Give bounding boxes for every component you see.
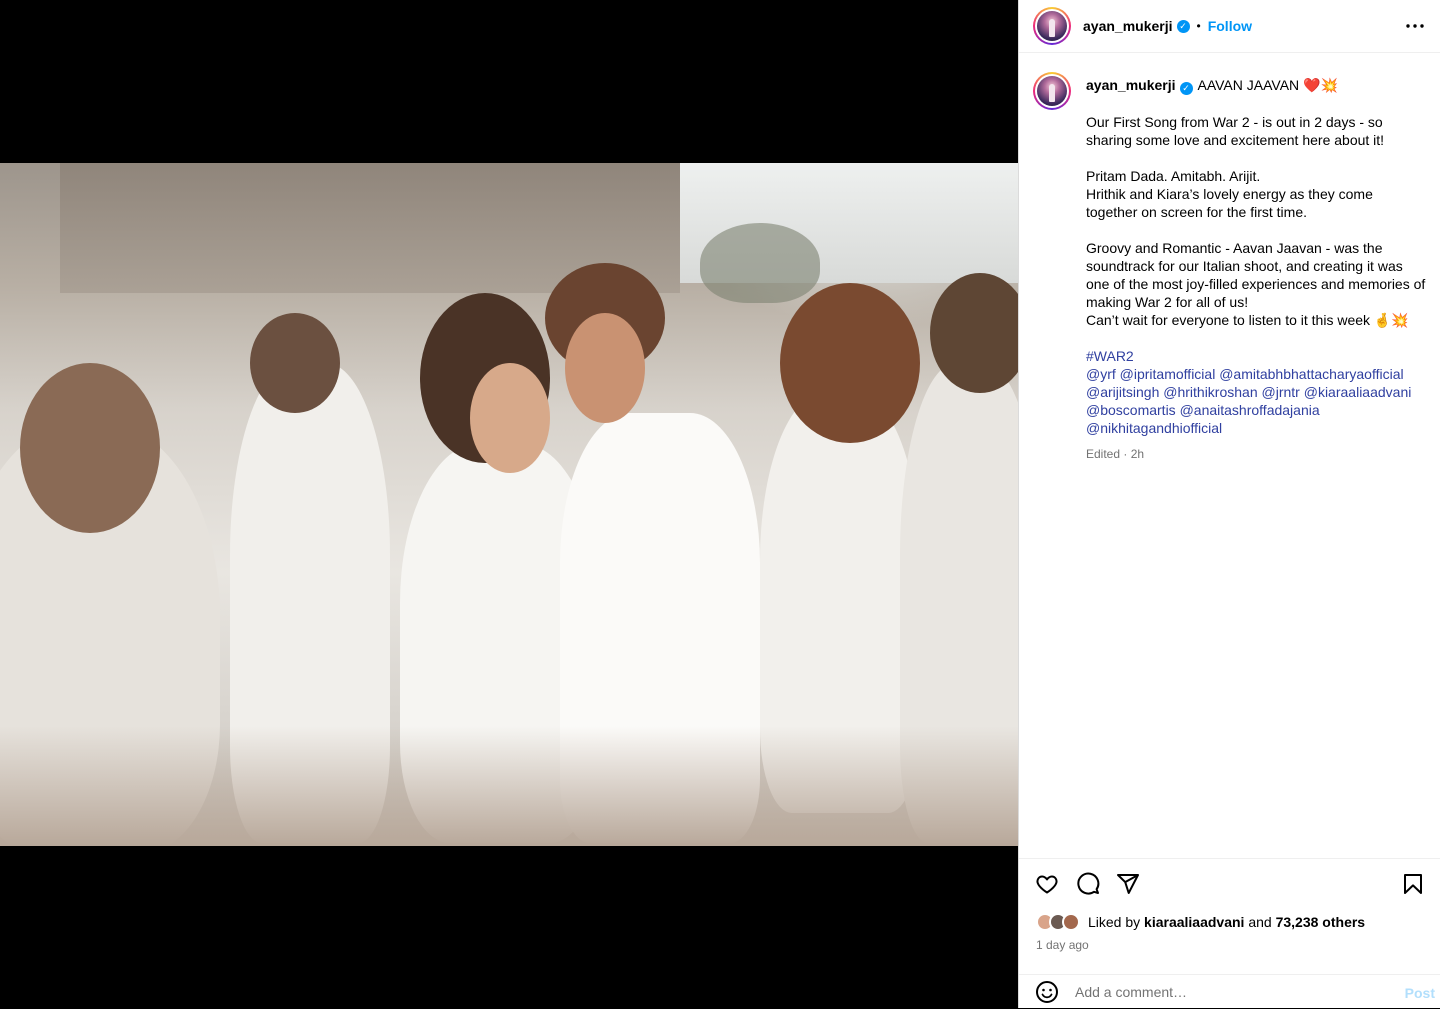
photo-tree	[700, 223, 820, 303]
mention-link[interactable]: @anaitashroffadajania	[1180, 402, 1320, 418]
caption-body: ayan_mukerji ✓ AAVAN JAAVAN ❤️💥 Our First …	[1086, 72, 1427, 463]
mention-link[interactable]: @ipritamofficial	[1120, 366, 1216, 382]
post-dialog: ayan_mukerji ✓ • Follow ayan_mukerji ✓ AAV…	[0, 0, 1440, 1008]
post-actions: Liked by kiaraaliaadvani and 73,238 othe…	[1019, 858, 1440, 1008]
caption-title-emoji: ❤️💥	[1303, 77, 1338, 93]
like-button[interactable]	[1034, 873, 1060, 899]
smile-icon[interactable]	[1035, 980, 1059, 1004]
post-media	[0, 0, 1018, 1008]
photo-figure	[20, 363, 160, 533]
caption-title-text: AAVAN JAAVAN	[1197, 77, 1300, 93]
author-avatar[interactable]	[1033, 7, 1071, 45]
caption-paragraph: Pritam Dada. Amitabh. Arijit. Hrithik an…	[1086, 167, 1373, 220]
separator-dot: •	[1196, 19, 1201, 33]
post-comment-button[interactable]: Post	[1405, 985, 1435, 1001]
save-button[interactable]	[1400, 873, 1426, 899]
mention-link[interactable]: @boscomartis	[1086, 402, 1176, 418]
mention-link[interactable]: @yrf	[1086, 366, 1116, 382]
photo-floor	[0, 726, 1018, 846]
caption-author-avatar-image	[1037, 76, 1067, 106]
edited-timestamp: Edited · 2h	[1086, 446, 1145, 461]
mention-link[interactable]: @amitabhbhattacharyaofficial	[1219, 366, 1403, 382]
author-avatar-image	[1037, 11, 1067, 41]
photo-figure	[470, 363, 550, 473]
follow-button[interactable]: Follow	[1208, 18, 1252, 34]
heart-icon	[1035, 872, 1059, 901]
mention-link[interactable]: @hrithikroshan	[1163, 384, 1257, 400]
share-icon	[1116, 872, 1140, 901]
mention-link[interactable]: @jrntr	[1262, 384, 1300, 400]
caption-username[interactable]: ayan_mukerji	[1086, 77, 1176, 93]
mention-link[interactable]: @kiaraaliaadvani	[1304, 384, 1412, 400]
liker-username-link[interactable]: kiaraaliaadvani	[1144, 914, 1244, 930]
comment-input[interactable]	[1075, 984, 1375, 1000]
hashtag-link[interactable]: #WAR2	[1086, 348, 1134, 364]
photo-figure	[565, 313, 645, 423]
post-sidebar: ayan_mukerji ✓ • Follow ayan_mukerji ✓ AAV…	[1018, 0, 1440, 1008]
mention-link[interactable]: @nikhitagandhiofficial	[1086, 420, 1222, 436]
more-options-icon[interactable]	[1403, 14, 1427, 38]
caption-author-avatar[interactable]	[1033, 72, 1071, 110]
post-photo[interactable]	[0, 163, 1018, 846]
comment-bar: Post	[1019, 974, 1440, 1009]
author-meta: ayan_mukerji ✓ • Follow	[1083, 18, 1252, 34]
bookmark-icon	[1401, 872, 1425, 901]
caption-paragraph: Groovy and Romantic - Aavan Jaavan - was…	[1086, 239, 1426, 328]
likes-others-link[interactable]: 73,238 others	[1276, 914, 1366, 930]
author-username[interactable]: ayan_mukerji	[1083, 18, 1173, 34]
likes-and: and	[1248, 914, 1272, 930]
share-button[interactable]	[1115, 873, 1141, 899]
caption-title: ayan_mukerji ✓ AAVAN JAAVAN ❤️💥	[1086, 76, 1427, 95]
verified-badge-icon: ✓	[1179, 81, 1193, 95]
comment-button[interactable]	[1075, 872, 1101, 901]
liker-avatars[interactable]	[1036, 913, 1080, 931]
likes-prefix: Liked by	[1088, 914, 1141, 930]
verified-badge-icon: ✓	[1176, 19, 1190, 33]
caption-paragraph: Our First Song from War 2 - is out in 2 …	[1086, 113, 1385, 148]
mention-link[interactable]: @arijitsingh	[1086, 384, 1159, 400]
comment-icon	[1076, 872, 1100, 901]
post-header: ayan_mukerji ✓ • Follow	[1019, 0, 1440, 53]
photo-figure	[250, 313, 340, 413]
photo-figure	[780, 283, 920, 443]
likes-summary: Liked by kiaraaliaadvani and 73,238 othe…	[1036, 913, 1365, 931]
post-timestamp[interactable]: 1 day ago	[1036, 938, 1089, 952]
caption-row: ayan_mukerji ✓ AAVAN JAAVAN ❤️💥 Our First …	[1033, 72, 1427, 463]
caption-area: ayan_mukerji ✓ AAVAN JAAVAN ❤️💥 Our First …	[1019, 54, 1440, 858]
caption-tags: #WAR2 @yrf @ipritamofficial @amitabhbhat…	[1086, 347, 1427, 437]
liker-avatar	[1062, 913, 1080, 931]
